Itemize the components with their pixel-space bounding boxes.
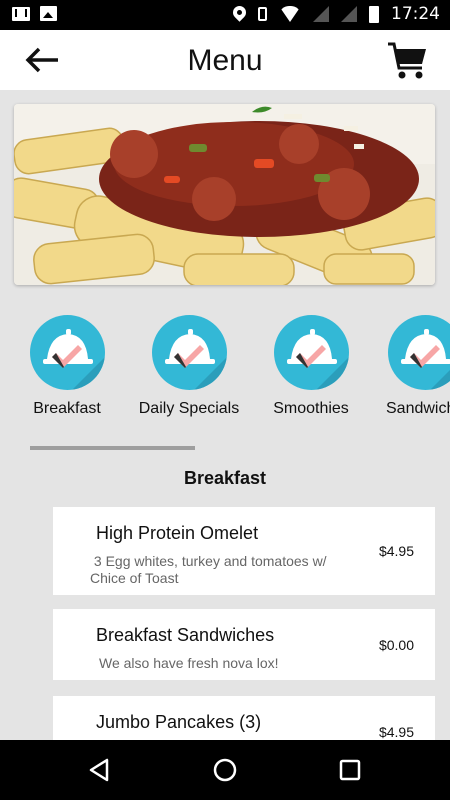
cart-button[interactable] [386, 40, 428, 82]
signal-icon [341, 6, 357, 22]
hero-image [14, 104, 435, 285]
cloche-check-icon [273, 315, 349, 390]
item-name: Breakfast Sandwiches [96, 625, 275, 645]
system-nav-bar [0, 740, 450, 800]
category-breakfast[interactable]: Breakfast [7, 315, 127, 418]
item-description-line: Chice of Toast [90, 570, 179, 586]
cloche-check-icon [388, 315, 450, 390]
gmail-icon [12, 6, 30, 21]
category-label: Breakfast [33, 400, 101, 417]
item-description-line: 3 Egg whites, turkey and tomatoes w/ [90, 553, 327, 569]
square-recents-icon [339, 759, 361, 781]
section-title: Breakfast [183, 468, 267, 488]
category-label: Smoothies [273, 400, 349, 417]
item-price: $4.95 [378, 724, 414, 740]
location-icon [230, 3, 249, 22]
wifi-icon [279, 6, 301, 22]
vibrate-icon [258, 7, 267, 21]
category-label: Daily Specials [138, 400, 240, 417]
status-bar: 17:24 [0, 0, 450, 30]
nav-recents-button[interactable] [335, 755, 365, 785]
category-scroll-indicator [30, 446, 195, 450]
photo-icon [40, 6, 57, 21]
circle-home-icon [213, 758, 237, 782]
item-name: Jumbo Pancakes (3) [96, 712, 262, 732]
page-title: Menu [187, 44, 263, 77]
item-price: $4.95 [378, 543, 414, 559]
item-price: $0.00 [378, 637, 414, 653]
category-label: Sandwiches [386, 400, 450, 417]
pasta-dish-photo [14, 104, 435, 285]
menu-item[interactable]: Breakfast Sandwiches We also have fresh … [53, 609, 435, 680]
nav-home-button[interactable] [210, 755, 240, 785]
nav-back-button[interactable] [85, 755, 115, 785]
battery-icon [369, 5, 379, 23]
item-description: We also have fresh nova lox! [99, 655, 279, 671]
category-smoothies[interactable]: Smoothies [251, 315, 371, 418]
item-name: High Protein Omelet [96, 523, 259, 543]
item-description: 3 Egg whites, turkey and tomatoes w/Chic… [90, 553, 327, 587]
category-carousel[interactable]: Breakfast Daily Specials Smoothies Sandw… [0, 305, 450, 430]
category-daily-specials[interactable]: Daily Specials [129, 315, 249, 418]
status-time: 17:24 [391, 4, 440, 24]
category-sandwiches[interactable]: Sandwiches [366, 315, 450, 418]
cloche-check-icon [151, 315, 227, 390]
shopping-cart-icon [388, 42, 426, 79]
app-header: Menu [0, 30, 450, 90]
cloche-check-icon [29, 315, 105, 390]
signal-icon [313, 6, 329, 22]
menu-item[interactable]: High Protein Omelet 3 Egg whites, turkey… [53, 507, 435, 595]
triangle-back-icon [89, 758, 109, 782]
